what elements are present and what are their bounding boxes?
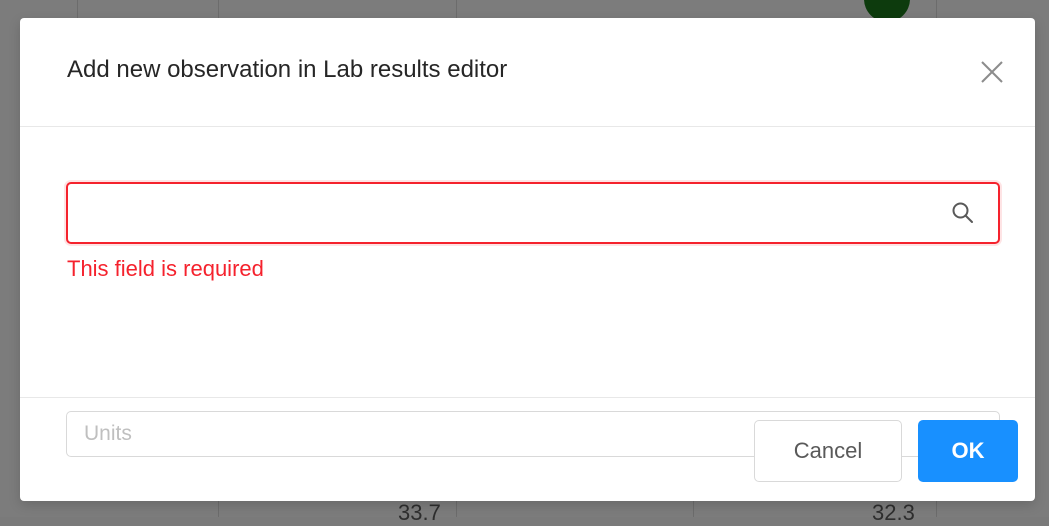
- observation-search-field[interactable]: [66, 182, 1000, 244]
- table-cell-value: 32.3: [872, 500, 915, 525]
- search-icon[interactable]: [950, 200, 976, 226]
- table-divider: [218, 500, 219, 517]
- add-observation-dialog: Add new observation in Lab results edito…: [20, 18, 1035, 501]
- table-divider: [456, 0, 457, 18]
- dialog-title: Add new observation in Lab results edito…: [67, 56, 508, 83]
- ok-button[interactable]: OK: [918, 420, 1018, 482]
- cancel-button[interactable]: Cancel: [754, 420, 902, 482]
- table-divider: [936, 0, 937, 18]
- table-divider: [936, 500, 937, 517]
- close-icon: [981, 61, 1003, 83]
- close-button[interactable]: [974, 54, 1010, 90]
- table-divider: [456, 500, 457, 517]
- table-divider: [693, 500, 694, 517]
- dialog-body: This field is required Units: [20, 127, 1035, 457]
- validation-error: This field is required: [67, 256, 264, 281]
- table-divider: [218, 0, 219, 18]
- dialog-header: Add new observation in Lab results edito…: [20, 18, 1035, 127]
- dialog-footer: Cancel OK: [20, 397, 1035, 502]
- table-divider: [77, 0, 78, 18]
- observation-search-input[interactable]: [80, 194, 934, 234]
- table-cell-value: 33.7: [398, 500, 441, 525]
